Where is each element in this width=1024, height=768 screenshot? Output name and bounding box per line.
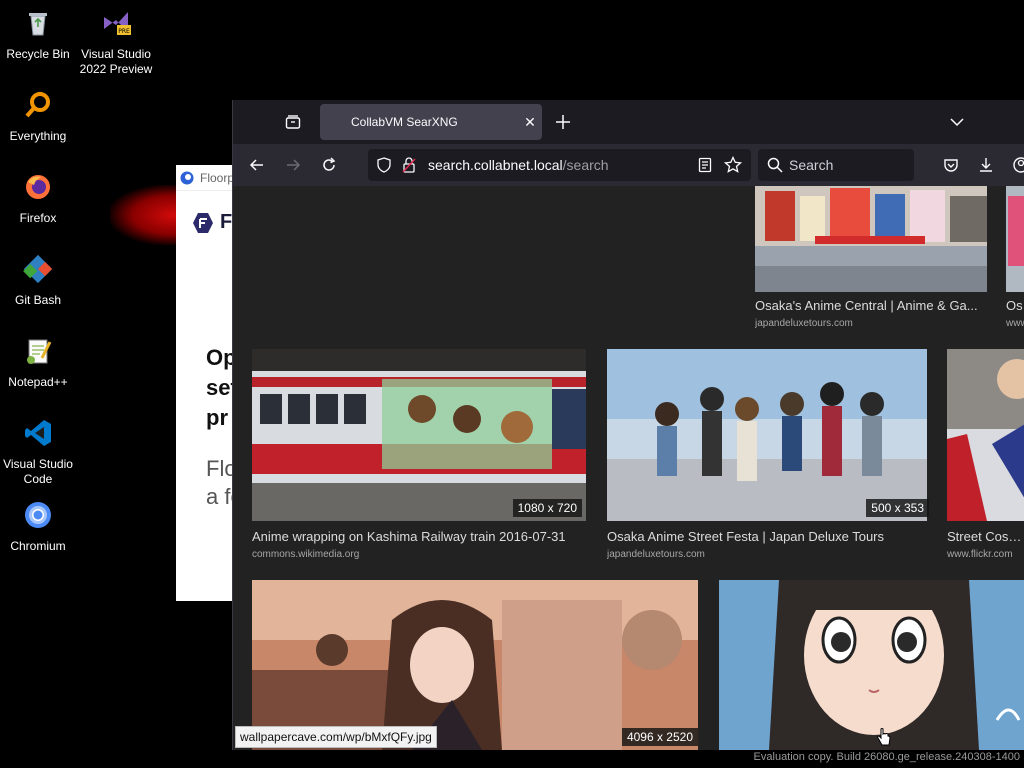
navigation-toolbar: search.collabnet.local/search Search <box>233 144 1024 186</box>
result-thumbnail[interactable] <box>1006 186 1024 292</box>
firefox-view-icon <box>285 115 301 129</box>
svg-text:PRE: PRE <box>118 28 130 35</box>
evaluation-watermark: Evaluation copy. Build 26080.ge_release.… <box>753 751 1020 763</box>
result-thumbnail[interactable] <box>252 349 586 521</box>
git-bash-icon <box>23 254 53 284</box>
tab-close-icon[interactable]: ✕ <box>518 114 542 131</box>
tab-collabvm-searxng[interactable]: CollabVM SearXNG ✕ <box>320 104 542 140</box>
search-placeholder: Search <box>789 157 834 173</box>
resolution-badge: 500 x 353 <box>866 499 929 517</box>
search-icon <box>767 157 783 173</box>
url-path: /search <box>562 157 609 173</box>
desktop-icon-visual-studio-code[interactable]: Visual Studio Code <box>0 418 76 487</box>
result-title[interactable]: Os <box>1006 298 1024 313</box>
url-bar[interactable]: search.collabnet.local/search <box>368 149 751 181</box>
floorp-window[interactable]: Floorp F Op set pr Flo a fe <box>176 165 236 601</box>
desktop-icon-label: Notepad++ <box>8 375 68 389</box>
downloads-button[interactable] <box>974 153 998 177</box>
floorp-window-title: Floorp <box>200 170 235 185</box>
search-bar[interactable]: Search <box>758 149 914 181</box>
result-source: www.flickr.com <box>947 549 1013 560</box>
reader-view-icon[interactable] <box>698 157 712 173</box>
desktop-icon-visual-studio-2022-preview[interactable]: PRE Visual Studio 2022 Preview <box>78 8 154 77</box>
shield-icon[interactable] <box>376 157 392 173</box>
chevron-down-icon <box>950 118 964 127</box>
visual-studio-preview-icon: PRE <box>104 12 131 35</box>
result-title[interactable]: Anime wrapping on Kashima Railway train … <box>252 529 586 544</box>
list-all-tabs-button[interactable] <box>945 110 969 134</box>
desktop-icon-label: Git Bash <box>14 293 62 307</box>
reload-icon <box>323 157 336 171</box>
desktop-icon-everything[interactable]: Everything <box>0 90 76 144</box>
desktop-icon-recycle-bin[interactable]: Recycle Bin <box>0 8 76 62</box>
floorp-logo-icon <box>193 212 213 233</box>
result-thumbnail[interactable] <box>252 580 698 750</box>
download-icon <box>980 158 992 172</box>
account-button[interactable] <box>1009 153 1024 177</box>
desktop-icon-label: Everything <box>9 129 67 143</box>
result-source: japandeluxetours.com <box>755 318 853 329</box>
pocket-button[interactable] <box>939 153 963 177</box>
reload-button[interactable] <box>317 153 341 177</box>
result-thumbnail[interactable] <box>607 349 927 521</box>
image-result[interactable]: Osaka's Anime Central | Anime & Ga... ja… <box>755 186 987 336</box>
desktop-icon-label: Visual Studio 2022 Preview <box>79 47 153 76</box>
desktop-icon-label: Visual Studio Code <box>3 457 73 486</box>
resolution-badge: 1080 x 720 <box>512 499 582 517</box>
forward-button[interactable] <box>281 153 305 177</box>
image-result[interactable]: 4096 x 2520 <box>252 580 698 750</box>
search-results-grid: Osaka's Anime Central | Anime & Ga... ja… <box>233 186 1024 750</box>
result-source: japandeluxetours.com <box>607 549 705 560</box>
browser-window[interactable]: CollabVM SearXNG ✕ search.collabnet.loca… <box>232 100 1024 750</box>
desktop-icon-label: Recycle Bin <box>6 47 70 61</box>
forward-arrow-icon <box>287 159 301 171</box>
result-source: commons.wikimedia.org <box>252 549 360 560</box>
pocket-icon <box>944 159 958 172</box>
desktop-icon-label: Chromium <box>10 539 66 553</box>
hand-cursor-icon <box>877 728 891 746</box>
floorp-logo-letter: F <box>220 211 233 233</box>
new-tab-button[interactable] <box>551 110 575 134</box>
url-domain: search.collabnet.local <box>428 157 563 173</box>
desktop-icon-firefox[interactable]: Firefox <box>0 172 76 226</box>
url-text: search.collabnet.local/search <box>428 157 609 173</box>
desktop-icon-label: Firefox <box>19 211 57 225</box>
result-title[interactable]: Street Cospla <box>947 529 1024 544</box>
floorp-logo: F <box>192 211 232 234</box>
plus-icon <box>556 115 570 129</box>
image-result[interactable]: Os www <box>1006 186 1024 336</box>
notepad-plus-plus-icon <box>27 339 52 364</box>
image-result[interactable]: Street Cospla www.flickr.com <box>947 349 1024 561</box>
chromium-icon <box>25 502 51 528</box>
tab-title: CollabVM SearXNG <box>351 115 458 129</box>
everything-search-icon <box>25 92 50 118</box>
back-arrow-icon <box>249 159 263 171</box>
desktop-icon-notepad-plus-plus[interactable]: Notepad++ <box>0 336 76 390</box>
image-result[interactable]: 500 x 353 Osaka Anime Street Festa | Jap… <box>607 349 929 561</box>
result-thumbnail[interactable] <box>755 186 987 292</box>
firefox-view-button[interactable] <box>281 110 305 134</box>
desktop-icon-chromium[interactable]: Chromium <box>0 500 76 554</box>
firefox-icon <box>26 175 50 199</box>
floorp-icon <box>180 171 194 184</box>
vscode-icon <box>25 420 51 446</box>
insecure-lock-icon[interactable] <box>402 157 416 173</box>
bookmark-star-icon[interactable] <box>724 156 742 174</box>
account-icon <box>1013 157 1024 173</box>
desktop-icon-git-bash[interactable]: Git Bash <box>0 254 76 308</box>
recycle-bin-icon <box>29 13 47 36</box>
result-thumbnail[interactable] <box>719 580 1024 750</box>
back-button[interactable] <box>245 153 269 177</box>
image-result[interactable]: 1080 x 720 Anime wrapping on Kashima Rai… <box>252 349 586 561</box>
image-result[interactable] <box>719 580 1024 750</box>
result-thumbnail[interactable] <box>947 349 1024 521</box>
result-title[interactable]: Osaka's Anime Central | Anime & Ga... <box>755 298 987 313</box>
floorp-titlebar[interactable]: Floorp <box>176 165 236 191</box>
result-source: www <box>1006 318 1024 329</box>
result-title[interactable]: Osaka Anime Street Festa | Japan Deluxe … <box>607 529 927 544</box>
resolution-badge: 4096 x 2520 <box>621 728 698 746</box>
status-link-preview: wallpapercave.com/wp/bMxfQFy.jpg <box>235 726 437 748</box>
tab-bar: CollabVM SearXNG ✕ <box>233 100 1024 144</box>
